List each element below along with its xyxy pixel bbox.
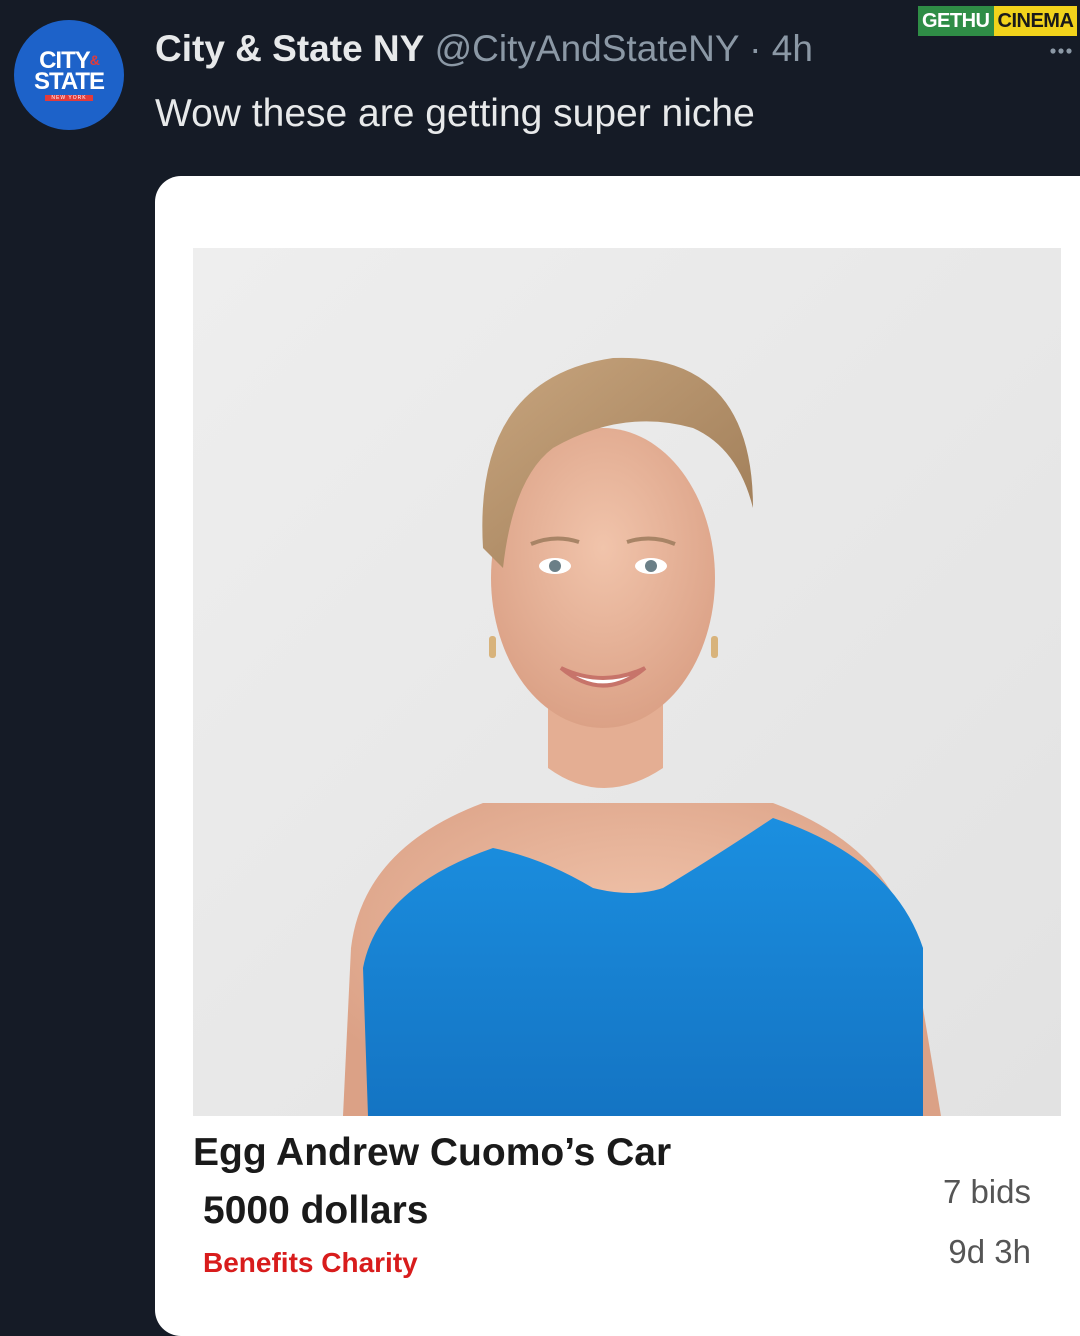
listing-photo[interactable] [193,248,1061,1116]
charity-badge: Benefits Charity [203,1247,418,1278]
time-remaining: 9d 3h [948,1233,1031,1270]
avatar-logo-sub: NEW YORK [45,94,93,101]
watermark-part1: GETHU [918,6,994,36]
listing-price: 5000 dollars [203,1189,429,1232]
listing-card[interactable]: Egg Andrew Cuomo’s Car 5000 dollars Bene… [155,176,1080,1336]
listing-title[interactable]: Egg Andrew Cuomo’s Car [193,1130,671,1176]
tweet-time[interactable]: 4h [772,28,813,69]
display-name[interactable]: City & State NY [155,28,424,69]
more-dots-icon[interactable] [1050,46,1072,56]
bid-count: 7 bids [942,1173,1031,1210]
handle[interactable]: @CityAndStateNY [435,28,739,69]
separator-dot: · [749,28,762,69]
avatar[interactable]: CITY& STATE NEW YORK [14,20,124,130]
watermark-logo: GETHU CINEMA [918,6,1078,36]
tweet-text: Wow these are getting super niche [155,92,755,135]
avatar-logo-line2: STATE [33,67,105,95]
watermark-part2: CINEMA [993,6,1078,36]
tweet-header: City & State NY @CityAndStateNY · 4h [155,26,813,72]
